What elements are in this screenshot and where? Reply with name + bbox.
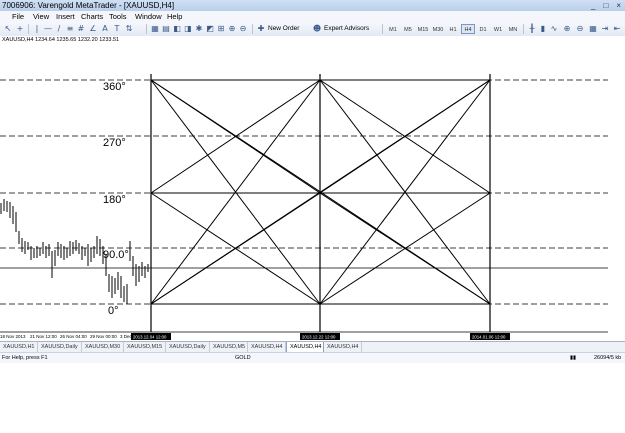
profiles-icon[interactable]: ▤ — [161, 24, 171, 34]
chart-area[interactable]: XAUUSD,H4 1234.64 1235.65 1232.20 1233.5… — [0, 36, 625, 341]
zoom-in-icon[interactable]: ⊕ — [562, 24, 572, 34]
level-label-180: 180° — [103, 194, 126, 206]
timeframe-m15[interactable]: M15 — [416, 24, 430, 34]
expert-advisors-button[interactable]: Expert Advisors — [322, 23, 371, 35]
menu-insert[interactable]: Insert — [56, 11, 75, 22]
window-controls: _ □ × — [591, 0, 621, 11]
grid-icon[interactable]: ▦ — [588, 24, 598, 34]
arrows-icon[interactable]: ⇅ — [124, 24, 134, 34]
connection-icon: ▮▮ — [570, 355, 577, 361]
close-button[interactable]: × — [616, 0, 621, 11]
zoom-icon[interactable]: ⊕ — [227, 24, 237, 34]
time-label: 29 Nov 00:00 — [90, 334, 117, 339]
window-title: 7006906: Varengold MetaTrader - [XAUUSD,… — [2, 1, 175, 10]
vertical-line-icon[interactable]: | — [32, 24, 42, 34]
timeframe-m30[interactable]: M30 — [431, 24, 445, 34]
time-highlight-label: 2013.12.04 12:00 — [133, 335, 167, 340]
market-watch-icon[interactable]: ◧ — [172, 24, 182, 34]
line-chart-icon[interactable]: ∿ — [549, 24, 559, 34]
gann-icon[interactable]: ∠ — [88, 24, 98, 34]
equidistant-channel-icon[interactable]: ≡ — [65, 24, 75, 34]
menu-file[interactable]: File — [12, 11, 24, 22]
timeframe-mn[interactable]: MN — [506, 24, 520, 34]
timeframe-m1[interactable]: M1 — [386, 24, 400, 34]
cursor-icon[interactable]: ↖ — [3, 24, 13, 34]
bar-chart-icon[interactable]: ╫ — [527, 24, 537, 34]
data-window-icon[interactable]: ◨ — [183, 24, 193, 34]
new-chart-icon[interactable]: ▦ — [150, 24, 160, 34]
tester-icon[interactable]: ⊞ — [216, 24, 226, 34]
time-label: 26 Nov 04:00 — [60, 334, 87, 339]
navigator-icon[interactable]: ✱ — [194, 24, 204, 34]
expert-advisors-icon[interactable]: ☻ — [312, 24, 322, 34]
toolbar-separator — [382, 24, 383, 34]
toolbar-separator — [523, 24, 524, 34]
menu-window[interactable]: Window — [135, 11, 162, 22]
level-label-0: 0° — [108, 305, 119, 317]
help-text: For Help, press F1 — [2, 355, 48, 361]
status-bar: For Help, press F1 GOLD ▮▮ 26094/5 kb — [0, 352, 625, 363]
candle-chart-icon[interactable]: ▮ — [538, 24, 548, 34]
zoom-out-icon[interactable]: ⊖ — [238, 24, 248, 34]
new-order-icon[interactable]: ✚ — [256, 24, 266, 34]
autoscroll-icon[interactable]: ⇥ — [600, 24, 610, 34]
zoom-out-icon[interactable]: ⊖ — [575, 24, 585, 34]
toolbar-separator — [252, 24, 253, 34]
level-label-360: 360° — [103, 81, 126, 93]
menu-view[interactable]: View — [33, 11, 49, 22]
level-label-270: 270° — [103, 137, 126, 149]
timeframe-d1[interactable]: D1 — [476, 24, 490, 34]
empty-area — [0, 363, 625, 433]
chart-shift-icon[interactable]: ⇤ — [612, 24, 622, 34]
horizontal-line-icon[interactable]: — — [43, 24, 53, 34]
profile-name: GOLD — [235, 355, 251, 361]
minimize-button[interactable]: _ — [591, 0, 595, 11]
text-label-icon[interactable]: T — [112, 24, 122, 34]
menu-help[interactable]: Help — [167, 11, 182, 22]
text-icon[interactable]: A — [100, 24, 110, 34]
time-label: 21 Nov 12:00 — [30, 334, 57, 339]
timeframe-w1[interactable]: W1 — [491, 24, 505, 34]
traffic-text: 26094/5 kb — [594, 355, 622, 361]
menu-charts[interactable]: Charts — [81, 11, 103, 22]
crosshair-icon[interactable]: + — [15, 24, 25, 34]
level-label-90: 90.0° — [103, 249, 129, 261]
timeframe-h4[interactable]: H4 — [461, 24, 475, 34]
time-highlight-label: 2014.01.06 12:00 — [472, 335, 506, 340]
menu-tools[interactable]: Tools — [109, 11, 127, 22]
toolbar-separator — [28, 24, 29, 34]
timeframe-h1[interactable]: H1 — [446, 24, 460, 34]
timeframe-m5[interactable]: M5 — [401, 24, 415, 34]
toolbar-separator — [146, 24, 147, 34]
time-highlight-label: 2013.12.22 12:00 — [302, 335, 336, 340]
terminal-icon[interactable]: ◩ — [205, 24, 215, 34]
time-label: 3 Dec — [120, 334, 133, 339]
chart-canvas: 360° 270° 180° 90.0° 0° 18 Nov 2013 21 N… — [0, 74, 608, 340]
time-label: 18 Nov 2013 — [0, 334, 26, 339]
fibonacci-icon[interactable]: # — [76, 24, 86, 34]
trendline-icon[interactable]: / — [54, 24, 64, 34]
maximize-button[interactable]: □ — [603, 0, 608, 11]
toolbar: ↖ + | — / ≡ # ∠ A T ⇅ ▦ ▤ ◧ ◨ ✱ ◩ ⊞ ⊕ ⊖ … — [0, 22, 625, 37]
new-order-button[interactable]: New Order — [266, 23, 301, 35]
